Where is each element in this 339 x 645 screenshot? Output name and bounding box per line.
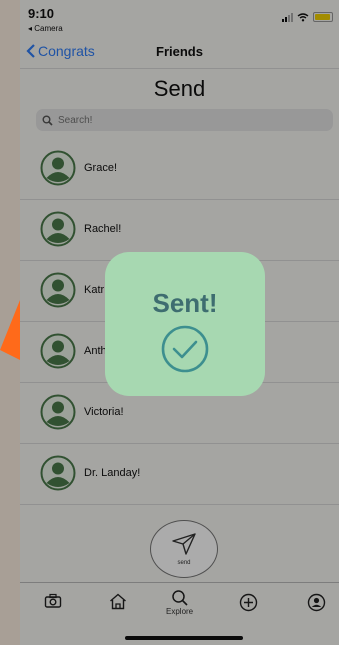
- sent-toast: Sent!: [105, 252, 265, 396]
- toast-title: Sent!: [152, 288, 218, 318]
- arrow-icon: [0, 300, 20, 360]
- checkmark-circle-icon: [161, 325, 209, 373]
